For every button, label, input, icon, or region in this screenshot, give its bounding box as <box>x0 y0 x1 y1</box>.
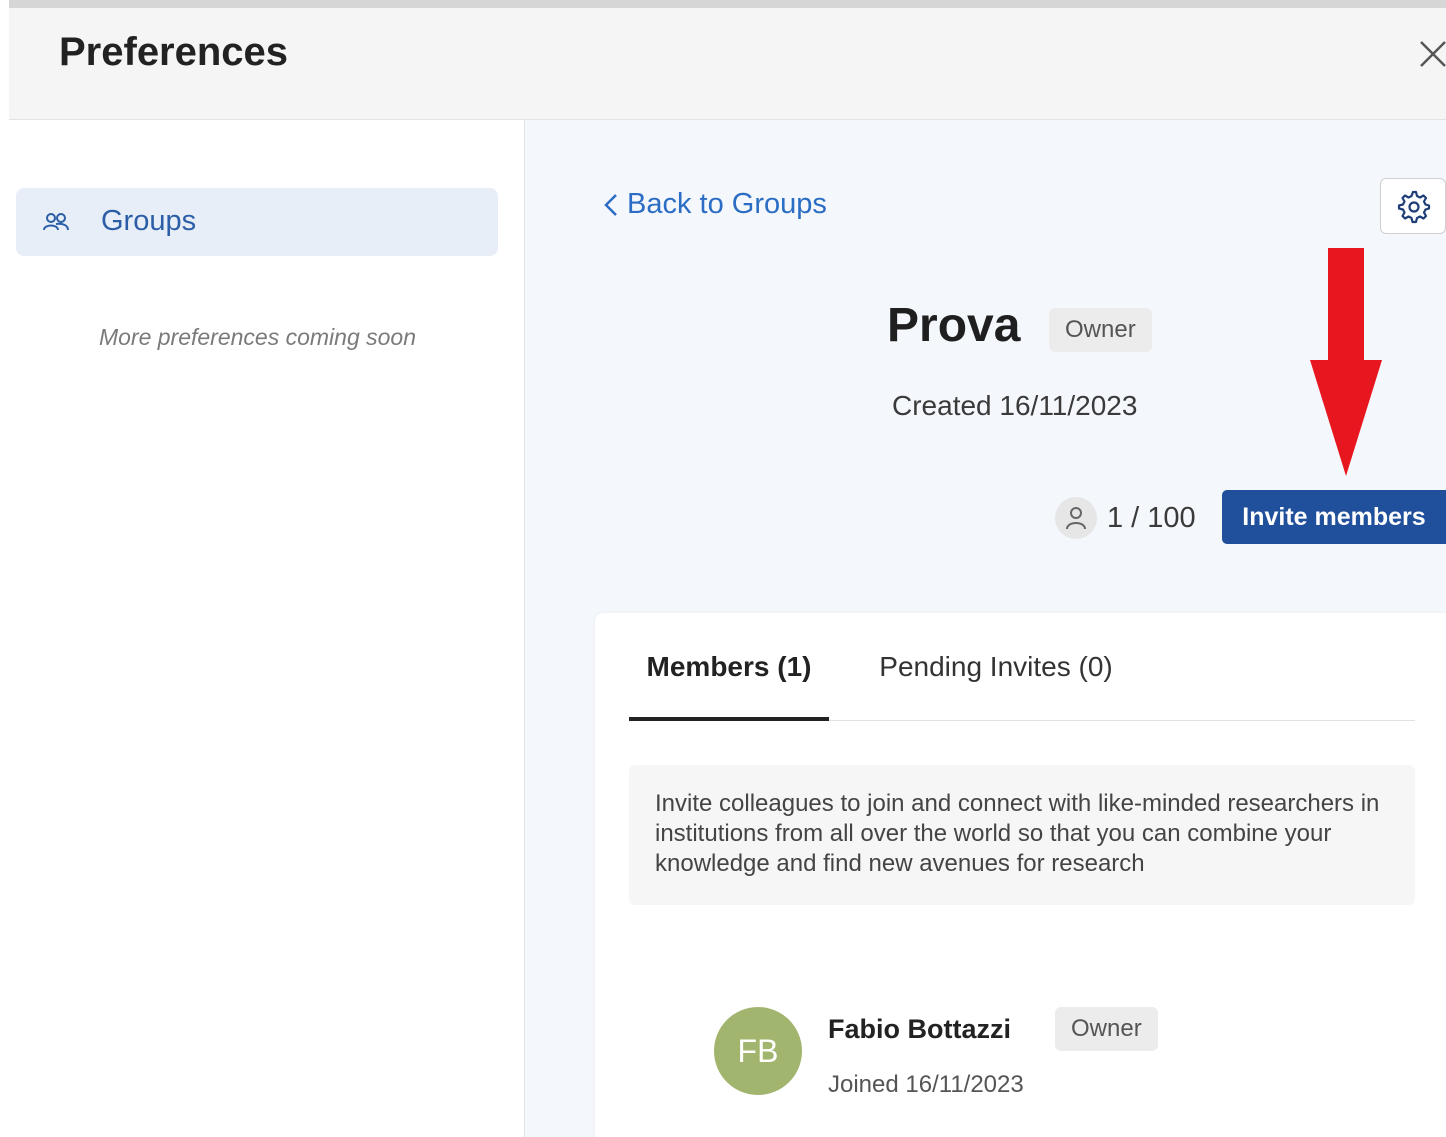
sidebar-item-groups[interactable]: Groups <box>16 188 498 256</box>
group-name: Prova <box>887 299 1021 352</box>
tabs: Members (1) Pending Invites (0) <box>629 613 1415 721</box>
tab-pending-invites[interactable]: Pending Invites (0) <box>865 613 1127 720</box>
window-top-edge <box>0 0 1446 8</box>
page-title: Preferences <box>59 30 289 74</box>
main-panel: Back to Groups Prova Owner Created 16/11… <box>525 120 1446 1137</box>
member-count-text: 1 / 100 <box>1107 501 1196 534</box>
window-left-edge <box>0 0 9 1137</box>
red-arrow-annotation <box>1310 248 1382 476</box>
role-badge: Owner <box>1049 308 1152 352</box>
avatar: FB <box>714 1007 802 1095</box>
invite-members-button[interactable]: Invite members <box>1222 490 1446 544</box>
chevron-left-icon <box>604 193 617 216</box>
user-icon <box>1066 507 1086 530</box>
members-card: Members (1) Pending Invites (0) Invite c… <box>595 613 1446 1137</box>
back-to-groups-link[interactable]: Back to Groups <box>603 188 827 221</box>
member-joined-date: Joined 16/11/2023 <box>828 1071 1024 1098</box>
gear-icon <box>1397 190 1431 224</box>
tab-members[interactable]: Members (1) <box>629 613 829 721</box>
back-link-label: Back to Groups <box>627 188 827 220</box>
created-date: Created 16/11/2023 <box>892 390 1138 421</box>
users-icon <box>43 213 69 231</box>
member-count: 1 / 100 <box>1055 496 1196 540</box>
preferences-header: Preferences <box>9 8 1446 120</box>
member-count-badge <box>1055 497 1097 539</box>
close-icon[interactable] <box>1417 38 1446 70</box>
member-role-badge: Owner <box>1055 1007 1158 1051</box>
group-settings-button[interactable] <box>1380 178 1446 234</box>
sidebar-item-label: Groups <box>101 205 197 237</box>
member-name: Fabio Bottazzi <box>828 1014 1011 1044</box>
sidebar: Groups More preferences coming soon <box>9 120 525 1137</box>
invite-info-box: Invite colleagues to join and connect wi… <box>629 765 1415 905</box>
coming-soon-note: More preferences coming soon <box>98 324 417 350</box>
